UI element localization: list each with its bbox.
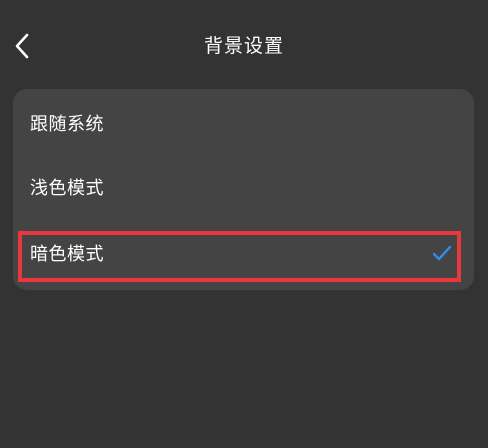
option-dark-mode[interactable]: 暗色模式 <box>13 222 474 284</box>
option-label: 浅色模式 <box>30 178 104 199</box>
option-follow-system[interactable]: 跟随系统 <box>13 92 474 154</box>
option-light-mode[interactable]: 浅色模式 <box>13 156 474 218</box>
header-bar: 背景设置 <box>0 0 488 90</box>
settings-screen: 背景设置 跟随系统 浅色模式 暗色模式 <box>0 0 488 448</box>
option-label: 暗色模式 <box>30 244 104 265</box>
page-title: 背景设置 <box>203 35 284 57</box>
check-icon <box>432 245 452 261</box>
option-label: 跟随系统 <box>30 114 104 135</box>
theme-options-card: 跟随系统 浅色模式 暗色模式 <box>13 89 474 290</box>
